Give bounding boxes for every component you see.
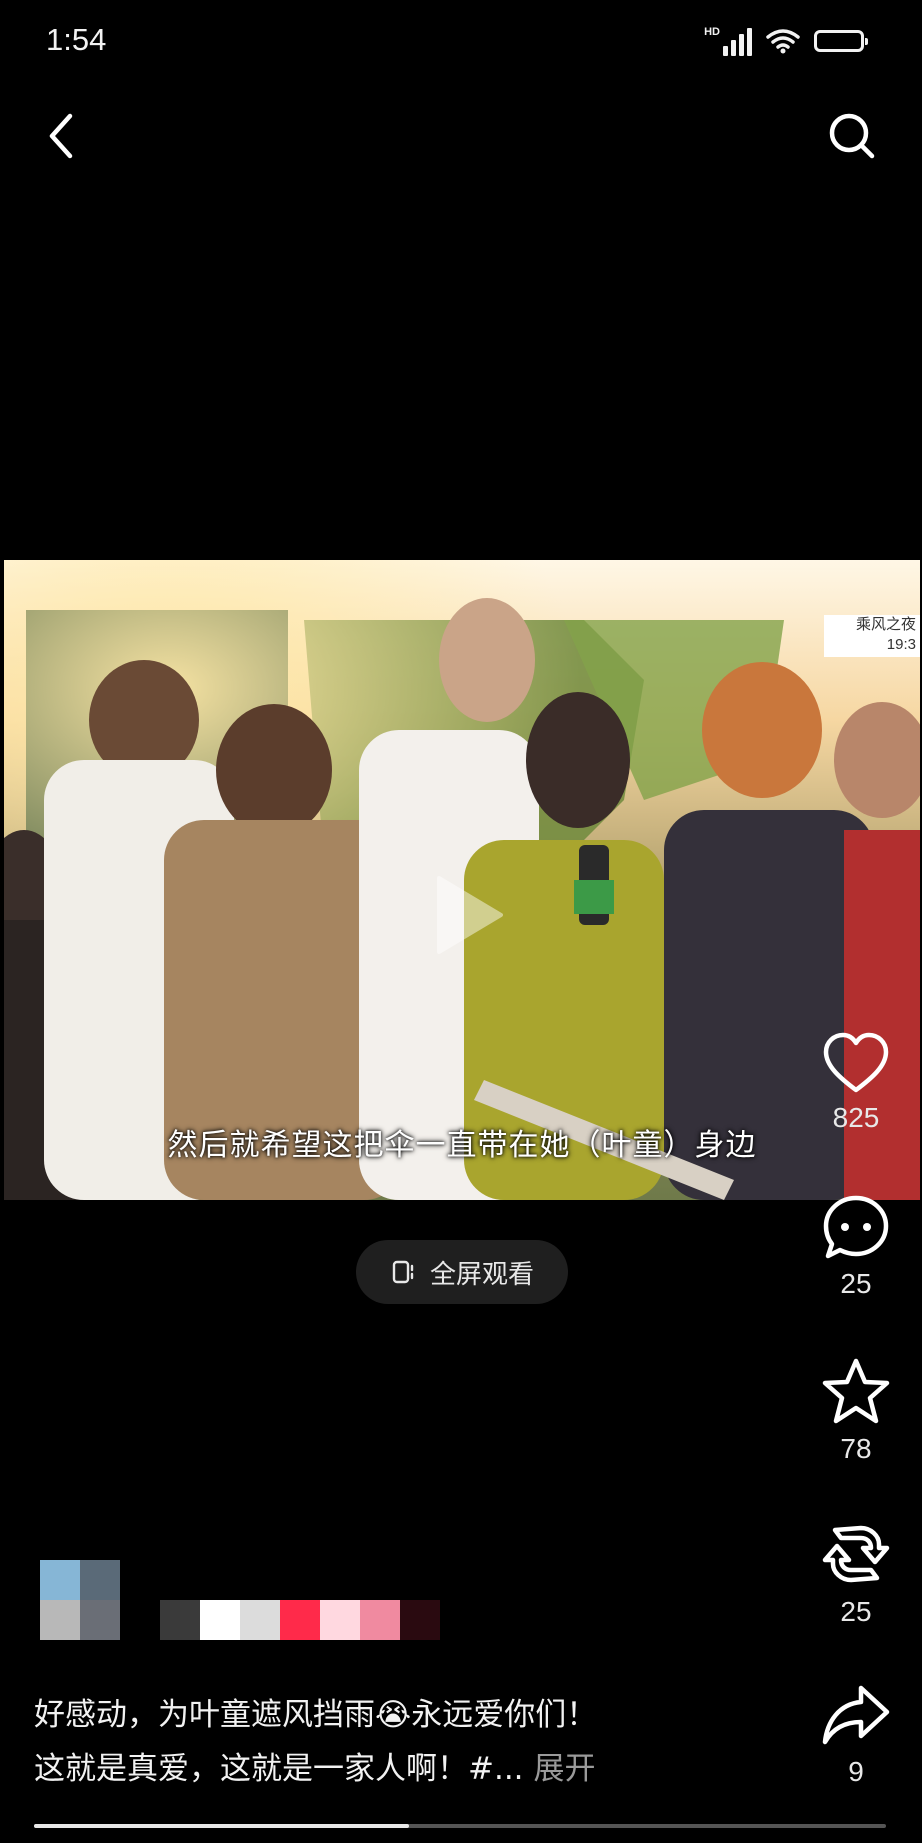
avatar[interactable] <box>40 1560 120 1640</box>
like-count: 825 <box>832 1102 880 1133</box>
share-button[interactable]: 9 <box>810 1680 902 1788</box>
favorite-count: 78 <box>840 1433 872 1464</box>
repost-button[interactable]: 25 <box>810 1518 902 1628</box>
repost-count: 25 <box>840 1596 872 1627</box>
star-icon <box>822 1358 890 1424</box>
broadcast-logo: 乘风之夜 19:3 <box>824 615 920 657</box>
status-icons: HD <box>704 26 868 56</box>
fullscreen-button[interactable]: 全屏观看 <box>356 1240 568 1304</box>
network-label: HD <box>704 26 720 38</box>
play-icon[interactable] <box>409 860 519 970</box>
status-time: 1:54 <box>46 22 107 57</box>
caption-line-2-text: 这就是真爱，这就是一家人啊！#... <box>34 1751 524 1787</box>
wifi-icon <box>766 29 800 54</box>
search-icon[interactable] <box>824 108 880 164</box>
progress-fill <box>34 1824 409 1828</box>
post-caption: 好感动，为叶童遮风挡雨😭永远爱你们！ 这就是真爱，这就是一家人啊！#... 展开 <box>34 1688 774 1796</box>
chevron-left-icon[interactable] <box>36 108 92 164</box>
progress-track[interactable] <box>34 1824 886 1828</box>
battery-icon <box>814 30 868 52</box>
like-button[interactable]: 825 <box>810 1030 902 1134</box>
comment-icon <box>823 1195 889 1259</box>
signal-icon: HD <box>704 26 752 56</box>
top-nav <box>0 96 922 176</box>
video-subtitle: 然后就希望这把伞一直带在她（叶童）身边 <box>167 1128 757 1163</box>
heart-icon <box>823 1032 889 1093</box>
status-bar: 1:54 HD <box>0 0 922 84</box>
author-block[interactable] <box>40 1560 440 1640</box>
comment-button[interactable]: 25 <box>810 1192 902 1300</box>
share-icon <box>822 1685 890 1745</box>
comment-count: 25 <box>840 1268 872 1299</box>
fullscreen-icon <box>392 1260 414 1284</box>
favorite-button[interactable]: 78 <box>810 1355 902 1465</box>
video-player[interactable]: 乘风之夜 19:3 然后就希望这把伞一直带在她（叶童）身边 <box>4 560 920 1200</box>
repost-icon <box>822 1525 890 1583</box>
share-count: 9 <box>848 1756 864 1787</box>
caption-line-1: 好感动，为叶童遮风挡雨😭永远爱你们！ <box>34 1697 598 1733</box>
fullscreen-label: 全屏观看 <box>429 1259 534 1290</box>
author-name[interactable] <box>160 1600 440 1640</box>
expand-link[interactable]: 展开 <box>534 1751 596 1787</box>
caption-line-2: 这就是真爱，这就是一家人啊！#... 展开 <box>34 1742 774 1796</box>
